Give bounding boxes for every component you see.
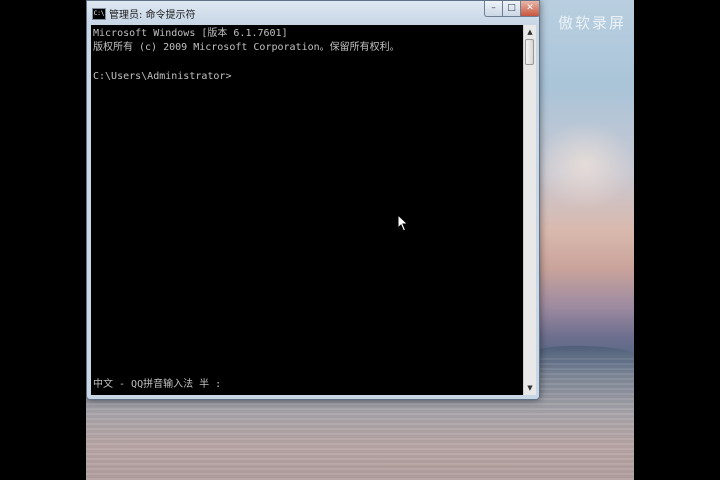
console-line-version: Microsoft Windows [版本 6.1.7601] <box>93 28 288 39</box>
screen: 傲软录屏 C:\ 管理员: 命令提示符 – □ ✕ Microsoft Wind… <box>0 0 720 480</box>
ime-status-bar: 中文 - QQ拼音输入法 半 : <box>93 379 222 390</box>
scroll-up-arrow-icon[interactable]: ▲ <box>525 26 535 38</box>
mouse-pointer-icon <box>397 214 409 232</box>
minimize-button[interactable]: – <box>484 1 503 17</box>
console-prompt[interactable]: C:\Users\Administrator> <box>93 70 231 84</box>
scroll-down-arrow-icon[interactable]: ▼ <box>525 382 535 394</box>
command-prompt-window[interactable]: C:\ 管理员: 命令提示符 – □ ✕ Microsoft Windows [… <box>86 0 540 400</box>
wallpaper-cloud <box>536 120 634 210</box>
close-button[interactable]: ✕ <box>520 1 540 17</box>
cmd-icon[interactable]: C:\ <box>92 8 106 20</box>
recorder-watermark: 傲软录屏 <box>558 14 627 32</box>
scrollbar-thumb[interactable] <box>525 39 534 65</box>
console-line-copyright: 版权所有 (c) 2009 Microsoft Corporation。保留所有… <box>93 42 400 53</box>
title-bar[interactable]: C:\ 管理员: 命令提示符 – □ ✕ <box>87 1 540 25</box>
maximize-button[interactable]: □ <box>502 1 521 17</box>
vertical-scrollbar[interactable]: ▲ ▼ <box>523 25 536 395</box>
console-output[interactable]: Microsoft Windows [版本 6.1.7601] 版权所有 (c)… <box>91 25 523 395</box>
window-title: 管理员: 命令提示符 <box>109 10 196 21</box>
